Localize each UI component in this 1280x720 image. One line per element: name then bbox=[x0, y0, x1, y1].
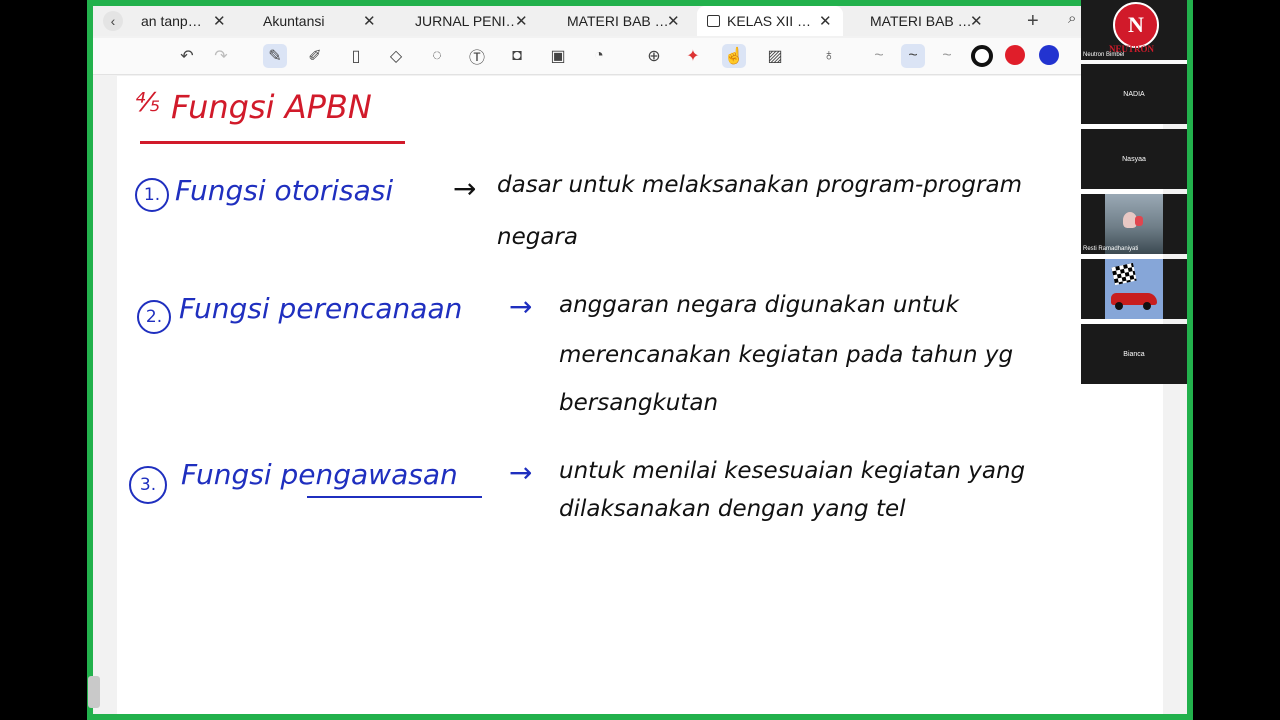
item-number-3: 3. bbox=[129, 466, 167, 504]
highlighter-icon[interactable]: ▯ bbox=[344, 44, 368, 68]
search-icon: ⌕ bbox=[1068, 10, 1077, 27]
shapes-icon[interactable]: ◘ bbox=[505, 44, 529, 68]
page-title: Fungsi APBN bbox=[171, 88, 372, 126]
participant-tile[interactable] bbox=[1081, 259, 1187, 319]
participant-tile[interactable]: Nasyaa bbox=[1081, 129, 1187, 189]
pencil-icon[interactable]: ✐ bbox=[303, 44, 327, 68]
laser-icon[interactable]: ✦ bbox=[681, 44, 705, 68]
close-icon[interactable]: ✕ bbox=[515, 12, 528, 30]
participant-tile[interactable]: NADIA bbox=[1081, 64, 1187, 124]
close-icon[interactable]: ✕ bbox=[363, 12, 376, 30]
participant-tile[interactable]: N NEUTRON Neutron Bimbel bbox=[1081, 0, 1187, 60]
item-desc-3-line-2: dilaksanakan dengan yang tel bbox=[559, 496, 906, 522]
tab-3[interactable]: JURNAL PENI… ✕ bbox=[415, 6, 540, 36]
plus-icon: + bbox=[1027, 10, 1039, 32]
item-number-1: 1. bbox=[135, 178, 169, 212]
sticker-icon[interactable]: ◔ bbox=[587, 44, 611, 68]
participant-tile[interactable]: Resti Ramadhaniyati bbox=[1081, 194, 1187, 254]
participant-video bbox=[1105, 259, 1163, 319]
pen-icon[interactable]: ✎ bbox=[263, 44, 287, 68]
title-underline bbox=[140, 141, 405, 144]
close-icon[interactable]: ✕ bbox=[667, 12, 680, 30]
eraser-icon[interactable]: ◇ bbox=[384, 44, 408, 68]
arrow-3: → bbox=[509, 456, 533, 489]
participant-name: Resti Ramadhaniyati bbox=[1083, 246, 1139, 252]
participant-name: Nasyaa bbox=[1122, 155, 1146, 163]
medium-stroke-icon[interactable]: ~ bbox=[901, 44, 925, 68]
thin-stroke-icon[interactable]: ~ bbox=[867, 44, 891, 68]
item-number-2: 2. bbox=[137, 300, 171, 334]
thick-stroke-icon[interactable]: ~ bbox=[935, 44, 959, 68]
image-icon[interactable]: ▣ bbox=[546, 44, 570, 68]
tab-label: JURNAL PENI… bbox=[415, 13, 515, 29]
item-name-1: Fungsi otorisasi bbox=[175, 174, 394, 207]
document-icon bbox=[707, 15, 720, 27]
color-black-swatch[interactable] bbox=[971, 45, 993, 67]
color-red-swatch[interactable] bbox=[1005, 45, 1025, 65]
item-desc-2-line-3: bersangkutan bbox=[559, 390, 719, 416]
tool-bar: ↶ ↷ ✎ ✐ ▯ ◇ ◌ Ⓣ ◘ ▣ ◔ ⊕ ✦ ☝ ▨ ♁ ~ ~ ~ bbox=[93, 38, 1187, 75]
item-name-2: Fungsi perencanaan bbox=[179, 292, 463, 325]
item-desc-2-line-2: merencanakan kegiatan pada tahun yg bbox=[559, 342, 1014, 368]
item-desc-1-line-2: negara bbox=[497, 224, 578, 250]
tab-label: KELAS XII … bbox=[727, 13, 812, 29]
page-scroll-handle[interactable] bbox=[88, 676, 100, 708]
participant-name: NADIA bbox=[1123, 90, 1145, 98]
close-icon[interactable]: ✕ bbox=[970, 12, 983, 30]
participant-video bbox=[1105, 194, 1163, 254]
back-button[interactable]: ‹ bbox=[103, 11, 123, 31]
color-blue-swatch[interactable] bbox=[1039, 45, 1059, 65]
close-icon[interactable]: ✕ bbox=[819, 12, 832, 30]
item-desc-2-line-1: anggaran negara digunakan untuk bbox=[559, 292, 959, 318]
grid-icon[interactable]: ▨ bbox=[763, 44, 787, 68]
text-icon[interactable]: Ⓣ bbox=[465, 44, 489, 68]
tab-label: MATERI BAB … bbox=[567, 13, 667, 29]
tab-label: MATERI BAB … bbox=[870, 13, 970, 29]
tab-bar: ‹ an tanp… ✕ Akuntansi ✕ JURNAL PENI… ✕ … bbox=[93, 6, 1187, 36]
mic-icon[interactable]: ♁ bbox=[817, 44, 841, 68]
notes-app: ‹ an tanp… ✕ Akuntansi ✕ JURNAL PENI… ✕ … bbox=[93, 6, 1187, 714]
participant-name: Bianca bbox=[1123, 350, 1145, 358]
lasso-icon[interactable]: ◌ bbox=[425, 44, 449, 68]
chevron-left-icon: ‹ bbox=[110, 13, 116, 29]
participant-tile[interactable]: Bianca bbox=[1081, 324, 1187, 384]
tab-label: Akuntansi bbox=[263, 13, 325, 29]
participant-name: Neutron Bimbel bbox=[1083, 52, 1125, 58]
note-page[interactable]: ⅘ Fungsi APBN 1. Fungsi otorisasi → dasa… bbox=[117, 76, 1163, 714]
arrow-1: → bbox=[453, 172, 477, 205]
item-number-text: 2. bbox=[145, 307, 163, 327]
participants-panel: N NEUTRON Neutron Bimbel NADIA Nasyaa Re… bbox=[1081, 0, 1187, 385]
tab-label: an tanp… bbox=[141, 13, 202, 29]
item-number-text: 3. bbox=[139, 475, 157, 495]
touch-icon[interactable]: ☝ bbox=[722, 44, 746, 68]
tab-1[interactable]: an tanp… ✕ bbox=[141, 6, 235, 36]
tab-4[interactable]: MATERI BAB … ✕ bbox=[567, 6, 692, 36]
redo-icon[interactable]: ↷ bbox=[209, 44, 233, 68]
underline-pengawasan bbox=[307, 496, 482, 498]
title-mark: ⅘ bbox=[135, 88, 161, 118]
item-desc-1-line-1: dasar untuk melaksanakan program-program bbox=[497, 172, 1022, 198]
undo-icon[interactable]: ↶ bbox=[175, 44, 199, 68]
search-button[interactable]: ⌕ bbox=[1068, 10, 1076, 27]
close-icon[interactable]: ✕ bbox=[213, 12, 226, 30]
tab-5-active[interactable]: KELAS XII … ✕ bbox=[697, 6, 843, 36]
neutron-logo: N bbox=[1113, 2, 1159, 48]
item-desc-3-line-1: untuk menilai kesesuaian kegiatan yang bbox=[559, 458, 1026, 484]
tab-2[interactable]: Akuntansi ✕ bbox=[263, 6, 383, 36]
zoom-icon[interactable]: ⊕ bbox=[642, 44, 666, 68]
new-tab-button[interactable]: + bbox=[1027, 10, 1039, 33]
arrow-2: → bbox=[509, 290, 533, 323]
item-number-text: 1. bbox=[143, 185, 161, 205]
logo-letter: N bbox=[1128, 12, 1144, 37]
tab-6[interactable]: MATERI BAB … ✕ bbox=[870, 6, 995, 36]
item-name-3: Fungsi pengawasan bbox=[181, 458, 458, 491]
